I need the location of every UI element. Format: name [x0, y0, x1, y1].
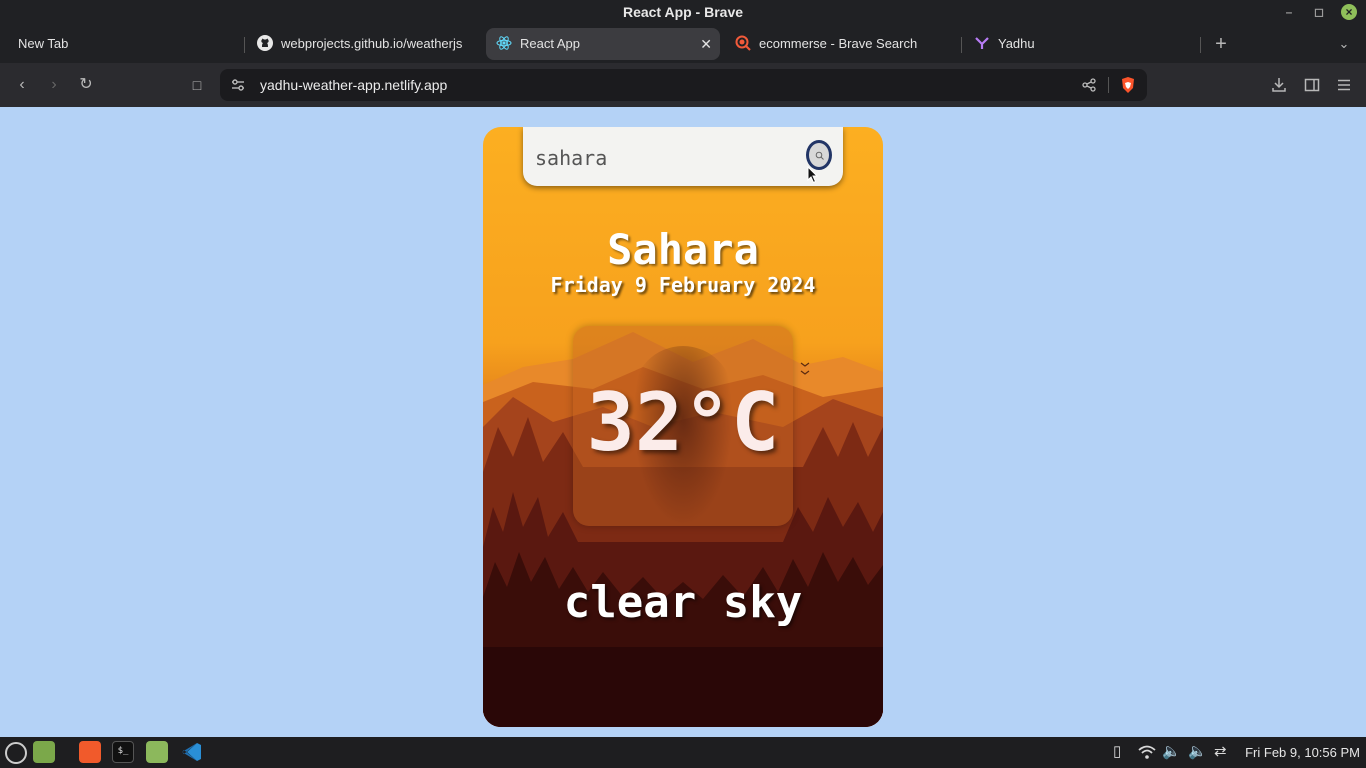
- window-title: React App - Brave: [622, 4, 744, 20]
- tab-divider: [244, 37, 245, 53]
- window-titlebar: React App - Brave – ◻ ×: [0, 0, 1366, 25]
- start-menu-icon[interactable]: [5, 742, 27, 764]
- tab-strip: New Tab webprojects.github.io/weatherjs …: [0, 25, 1366, 63]
- site-settings-icon[interactable]: [231, 78, 245, 92]
- tab-react-app[interactable]: React App ✕: [486, 28, 720, 60]
- temperature-value: 32°C: [586, 376, 780, 469]
- tab-new-tab[interactable]: New Tab: [8, 28, 238, 60]
- network-icon[interactable]: ⇄: [1214, 742, 1227, 762]
- divider: [1108, 77, 1109, 93]
- close-tab-icon[interactable]: ✕: [700, 28, 712, 60]
- battery-icon[interactable]: ▯: [1113, 742, 1121, 762]
- speaker-icon[interactable]: 🔈: [1188, 742, 1207, 762]
- brave-browser-icon[interactable]: [79, 741, 101, 763]
- city-name: Sahara: [607, 225, 759, 274]
- tab-divider: [961, 37, 962, 53]
- tab-yadhu[interactable]: Yadhu: [964, 28, 1196, 60]
- system-clock[interactable]: Fri Feb 9, 10:56 PM: [1245, 737, 1360, 768]
- yadhu-icon: [975, 37, 989, 49]
- show-desktop-icon[interactable]: [33, 741, 55, 763]
- new-tab-button[interactable]: +: [1210, 33, 1232, 55]
- temperature-panel: 32°C: [573, 326, 793, 526]
- sidebar-icon[interactable]: [1304, 77, 1320, 93]
- github-icon: [257, 35, 273, 51]
- chevron-down-icon[interactable]: ⌄: [1333, 33, 1355, 55]
- tab-label: Yadhu: [998, 36, 1035, 51]
- taskbar: $_ ▯ 🔈 🔈 ⇄ Fri Feb 9, 10:56 PM: [0, 737, 1366, 768]
- minimize-button[interactable]: –: [1281, 4, 1297, 20]
- weather-condition: clear sky: [563, 577, 803, 628]
- tab-github[interactable]: webprojects.github.io/weatherjs: [247, 28, 479, 60]
- file-manager-icon[interactable]: [146, 741, 168, 763]
- browser-toolbar: ‹ › ↻ □ yadhu-weather-app.netlify.app: [0, 63, 1366, 107]
- tab-divider: [1200, 37, 1201, 53]
- weather-card: Sahara Friday 9 February 2024 32°C clear…: [483, 127, 883, 727]
- brave-search-icon: [735, 35, 751, 51]
- page-viewport: Sahara Friday 9 February 2024 32°C clear…: [0, 107, 1366, 737]
- download-icon[interactable]: [1271, 77, 1287, 93]
- share-icon[interactable]: [1082, 78, 1096, 92]
- search-bar: [523, 127, 843, 186]
- menu-icon[interactable]: [1336, 77, 1352, 93]
- reload-button[interactable]: ↻: [75, 74, 97, 96]
- tab-brave-search[interactable]: ecommerse - Brave Search: [725, 28, 957, 60]
- react-icon: [496, 36, 512, 50]
- search-input[interactable]: [533, 139, 797, 177]
- wifi-icon[interactable]: [1137, 744, 1157, 760]
- terminal-icon[interactable]: $_: [112, 741, 134, 763]
- tab-label: ecommerse - Brave Search: [759, 36, 918, 51]
- brave-shields-icon[interactable]: [1120, 76, 1136, 94]
- forward-button[interactable]: ›: [43, 74, 65, 96]
- bookmark-icon[interactable]: □: [186, 74, 208, 96]
- maximize-button[interactable]: ◻: [1311, 4, 1327, 20]
- url-text: yadhu-weather-app.netlify.app: [260, 77, 448, 93]
- tab-label: webprojects.github.io/weatherjs: [281, 36, 463, 51]
- address-bar[interactable]: yadhu-weather-app.netlify.app: [220, 69, 1147, 101]
- back-button[interactable]: ‹: [11, 74, 33, 96]
- vscode-icon[interactable]: [181, 741, 203, 763]
- current-date: Friday 9 February 2024: [550, 273, 816, 297]
- close-window-button[interactable]: ×: [1341, 4, 1357, 20]
- search-icon: [815, 151, 824, 160]
- tab-label: React App: [520, 36, 580, 51]
- volume-icon[interactable]: 🔈: [1162, 742, 1181, 762]
- tab-label: New Tab: [18, 36, 69, 51]
- mouse-cursor-icon: [807, 166, 819, 184]
